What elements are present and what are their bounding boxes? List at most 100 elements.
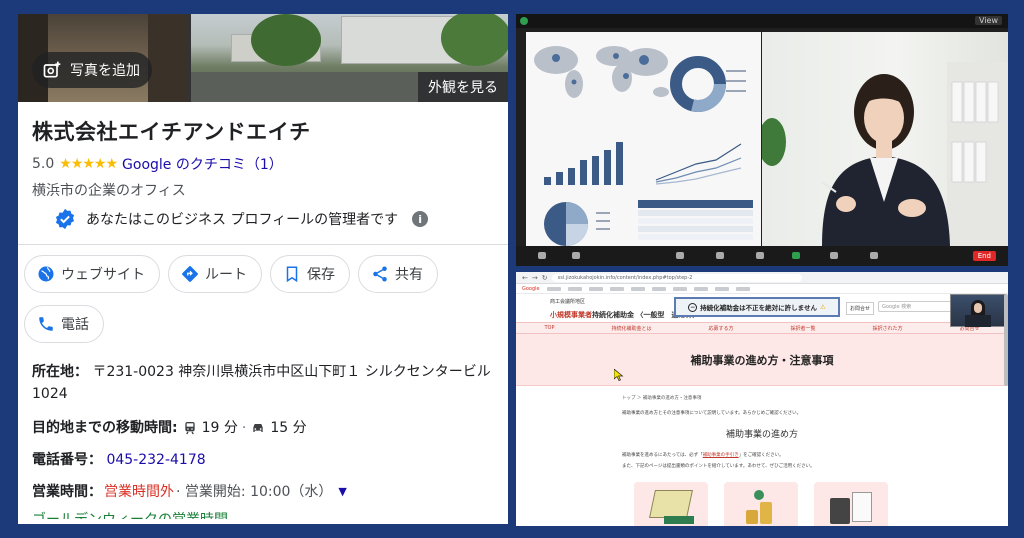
verified-badge-icon — [55, 208, 75, 230]
star-rating-icon: ★★★★★ — [59, 156, 118, 172]
travel-car-time: 15 分 — [270, 420, 307, 436]
add-photo-button[interactable]: 写真を追加 — [32, 52, 152, 88]
video-call-controls: End — [516, 246, 1008, 266]
nav-about-subsidy[interactable]: 持続化補助金とは — [611, 325, 651, 332]
reload-icon[interactable]: ↻ — [542, 274, 548, 282]
hours-status: 営業時間外 — [104, 484, 174, 500]
hours-row[interactable]: 営業時間： 営業時間外 · 営業開始: 10:00（水） ▼ — [32, 481, 494, 503]
participants-icon[interactable] — [716, 252, 724, 259]
website-button[interactable]: ウェブサイト — [24, 255, 160, 293]
bookmark-item[interactable] — [609, 286, 624, 291]
route-button[interactable]: ルート — [168, 255, 262, 293]
bookmark-item[interactable] — [651, 286, 666, 291]
bookmark-item[interactable] — [546, 286, 561, 291]
mouse-cursor-icon — [614, 369, 624, 381]
slide-graphics — [534, 46, 753, 246]
nav-applicants[interactable]: 応募する方 — [708, 325, 733, 332]
add-photo-icon — [43, 61, 61, 78]
address-label: 所在地： — [32, 364, 88, 380]
share-button[interactable]: 共有 — [358, 255, 438, 293]
rating-line: 5.0 ★★★★★ Google のクチコミ（1） — [32, 154, 508, 174]
shared-slide — [526, 32, 761, 246]
world-map-graphic — [534, 46, 669, 98]
travel-time-row: 目的地までの移動時間: 19 分 · 15 分 — [32, 417, 494, 439]
chat-icon[interactable] — [756, 252, 764, 259]
call-button[interactable]: 電話 — [24, 305, 104, 343]
forward-icon[interactable]: → — [532, 274, 538, 282]
presenter-thumbnail — [950, 294, 1006, 327]
site-logo-brand: 小規模事業者 — [550, 311, 592, 319]
travel-separator: · — [241, 420, 247, 436]
view-exterior-label: 外観を見る — [428, 80, 498, 96]
share-label: 共有 — [395, 267, 423, 283]
section-title: 補助事業の進め方 — [725, 430, 798, 440]
directions-icon — [182, 266, 198, 282]
intro-text: 補助事業の進め方とその注意事項について説明しています。あらかじめご確認ください。 — [622, 411, 802, 416]
contact-button[interactable]: お問合せ — [846, 302, 875, 315]
view-exterior-button[interactable]: 外観を見る — [418, 72, 508, 102]
address-value[interactable]: 〒231-0023 神奈川県横浜市中区山下町１ シルクセンタービル 1024 — [32, 364, 491, 402]
bookmark-item[interactable] — [567, 286, 582, 291]
reactions-icon[interactable] — [870, 252, 878, 259]
chevron-down-icon[interactable]: ▼ — [338, 481, 346, 503]
phone-icon — [39, 317, 53, 331]
fraud-warning-text: 持続化補助金は不正を絶対に許しません — [700, 304, 817, 312]
divider — [18, 244, 508, 245]
hours-label: 営業時間： — [32, 484, 102, 500]
bookmark-item[interactable] — [693, 286, 708, 291]
info-icon[interactable]: i — [412, 211, 429, 227]
view-button[interactable]: View — [975, 16, 1002, 25]
nav-top[interactable]: TOP — [544, 325, 554, 331]
bookmark-item[interactable] — [630, 286, 645, 291]
nav-adopted-list[interactable]: 採択者一覧 — [790, 325, 815, 332]
save-label: 保存 — [307, 267, 335, 283]
fraud-warning-banner[interactable]: − 持続化補助金は不正を絶対に許しません ⚠ — [674, 297, 840, 317]
bookmark-google[interactable]: Google — [522, 286, 540, 292]
presenter-video — [762, 32, 1008, 246]
address-bar[interactable]: ssl.jizokukahojokin.info/content/index.p… — [551, 273, 802, 282]
pie-chart-graphic — [544, 202, 588, 246]
phone-number-link[interactable]: 045-232-4178 — [106, 452, 205, 468]
page-title: 補助事業の進め方・注意事項 — [516, 334, 1008, 386]
video-call-titlebar: View — [516, 14, 1008, 28]
breadcrumb[interactable]: トップ ＞ 補助事業の進め方・注意事項 — [622, 395, 1008, 401]
security-shield-icon — [520, 17, 528, 25]
bar-chart-graphic — [544, 142, 623, 185]
back-icon[interactable]: ← — [522, 274, 528, 282]
guide-cards — [634, 482, 888, 526]
bookmark-item[interactable] — [672, 286, 687, 291]
security-icon[interactable] — [676, 252, 684, 259]
action-buttons: ウェブサイト ルート 保存 共有 電話 — [24, 255, 494, 343]
hours-next-open: · 営業開始: 10:00（水） — [176, 484, 333, 500]
address-row: 所在地： 〒231-0023 神奈川県横浜市中区山下町１ シルクセンタービル 1… — [32, 361, 494, 405]
body-suffix: 」をご確認ください。 — [738, 453, 784, 458]
manager-note-text: あなたはこのビジネス プロフィールの管理者です — [86, 212, 399, 228]
manager-note: あなたはこのビジネス プロフィールの管理者です i — [54, 208, 508, 230]
camera-icon[interactable] — [572, 252, 580, 259]
share-icon — [373, 266, 387, 282]
guide-card-money[interactable] — [724, 482, 798, 526]
video-call-window: View End — [516, 14, 1008, 266]
body-text-1: 補助事業を進めるにあたっては、必ず「補助事業の手引き」をご確認ください。 — [622, 452, 1008, 458]
warning-icon: ⚠ — [819, 303, 826, 311]
bookmark-item[interactable] — [714, 286, 729, 291]
save-button[interactable]: 保存 — [270, 255, 350, 293]
end-call-button[interactable]: End — [972, 251, 996, 261]
reviews-link[interactable]: Google のクチコミ（1） — [122, 154, 283, 174]
microphone-icon[interactable] — [538, 252, 546, 259]
bookmark-item[interactable] — [735, 286, 750, 291]
guide-card-documents[interactable] — [634, 482, 708, 526]
travel-train-time: 19 分 — [201, 420, 238, 436]
guide-card-calculator[interactable] — [814, 482, 888, 526]
phone-label: 電話番号： — [32, 452, 102, 468]
share-screen-icon[interactable] — [792, 252, 800, 259]
record-icon[interactable] — [830, 252, 838, 259]
guide-link[interactable]: 補助事業の手引き — [703, 453, 739, 458]
holiday-hours-link[interactable]: ゴールデンウィークの営業時間 — [32, 509, 494, 519]
bookmark-item[interactable] — [588, 286, 603, 291]
nav-adopted[interactable]: 採択された方 — [872, 325, 902, 332]
travel-label: 目的地までの移動時間: — [32, 420, 178, 436]
body-prefix: 補助事業を進めるにあたっては、必ず「 — [622, 453, 703, 458]
business-category: 横浜市の企業のオフィス — [32, 183, 186, 199]
scrollbar[interactable] — [1004, 294, 1008, 386]
